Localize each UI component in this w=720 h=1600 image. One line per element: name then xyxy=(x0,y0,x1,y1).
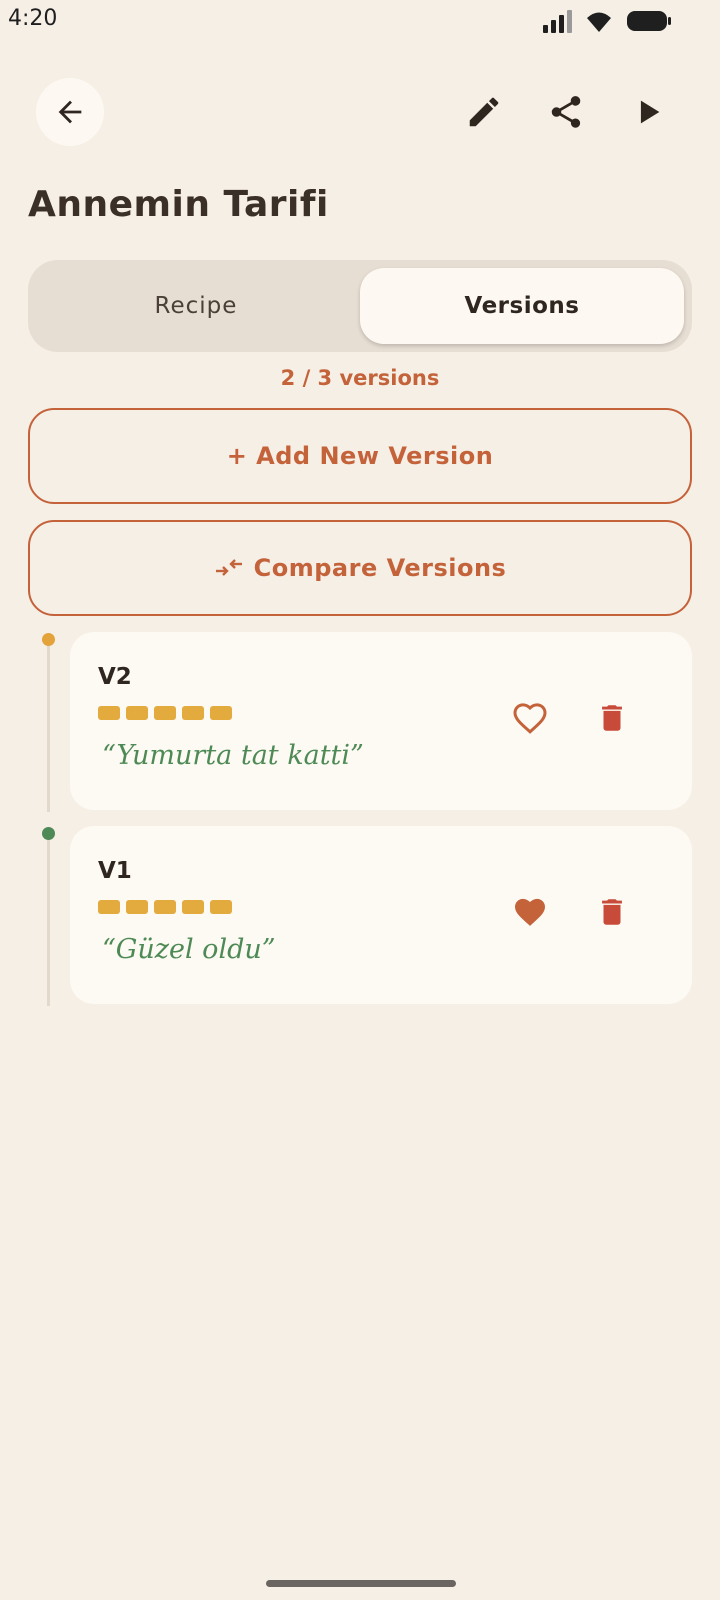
heart-outline-icon xyxy=(513,703,547,734)
version-label: V1 xyxy=(98,858,132,884)
tab-recipe[interactable]: Recipe xyxy=(36,268,356,344)
timeline-dot xyxy=(42,827,55,840)
wifi-icon xyxy=(587,12,611,32)
battery-icon xyxy=(627,11,671,31)
version-note: “Yumurta tat katti” xyxy=(102,740,364,771)
compare-versions-button[interactable]: Compare Versions xyxy=(28,520,692,616)
timeline-dot xyxy=(42,633,55,646)
tab-versions[interactable]: Versions xyxy=(360,268,684,344)
version-card[interactable]: V1 “Güzel oldu” xyxy=(70,826,692,1004)
page-title: Annemin Tarifi xyxy=(28,184,329,225)
rating-segment xyxy=(126,900,148,914)
rating-segment xyxy=(210,900,232,914)
rating xyxy=(98,900,232,914)
play-icon xyxy=(640,100,660,124)
add-version-label: + Add New Version xyxy=(226,442,494,470)
timeline-line xyxy=(47,640,50,812)
favorite-button[interactable] xyxy=(508,696,552,740)
trash-icon xyxy=(602,705,622,731)
version-note: “Güzel oldu” xyxy=(102,934,276,965)
edit-button[interactable] xyxy=(458,86,510,138)
back-button[interactable] xyxy=(36,78,104,146)
trash-icon xyxy=(602,899,622,925)
compare-versions-label: Compare Versions xyxy=(253,554,507,582)
tab-bar: Recipe Versions xyxy=(28,260,692,352)
delete-button[interactable] xyxy=(590,696,634,740)
rating-segment xyxy=(154,900,176,914)
version-card[interactable]: V2 “Yumurta tat katti” xyxy=(70,632,692,810)
status-time: 4:20 xyxy=(8,6,58,31)
version-count: 2 / 3 versions xyxy=(280,366,440,390)
play-button[interactable] xyxy=(622,86,674,138)
arrow-left-icon xyxy=(58,100,82,124)
share-icon xyxy=(551,96,581,128)
heart-filled-icon xyxy=(515,898,545,926)
share-button[interactable] xyxy=(540,86,592,138)
favorite-button[interactable] xyxy=(508,890,552,934)
rating xyxy=(98,706,232,720)
home-indicator[interactable] xyxy=(266,1580,456,1587)
rating-segment xyxy=(98,706,120,720)
pencil-icon xyxy=(469,97,499,127)
version-screen: 4:20 Annemin Tarifi Recipe Versions 2 / … xyxy=(0,0,720,1600)
status-bar: 4:20 xyxy=(0,0,720,42)
rating-segment xyxy=(182,706,204,720)
rating-segment xyxy=(126,706,148,720)
rating-segment xyxy=(210,706,232,720)
compare-arrows-icon xyxy=(215,559,242,576)
delete-button[interactable] xyxy=(590,890,634,934)
add-version-button[interactable]: + Add New Version xyxy=(28,408,692,504)
rating-segment xyxy=(154,706,176,720)
signal-icon xyxy=(543,10,572,33)
timeline-line xyxy=(47,834,50,1006)
rating-segment xyxy=(98,900,120,914)
version-label: V2 xyxy=(98,664,132,690)
status-icons xyxy=(542,8,672,34)
rating-segment xyxy=(182,900,204,914)
